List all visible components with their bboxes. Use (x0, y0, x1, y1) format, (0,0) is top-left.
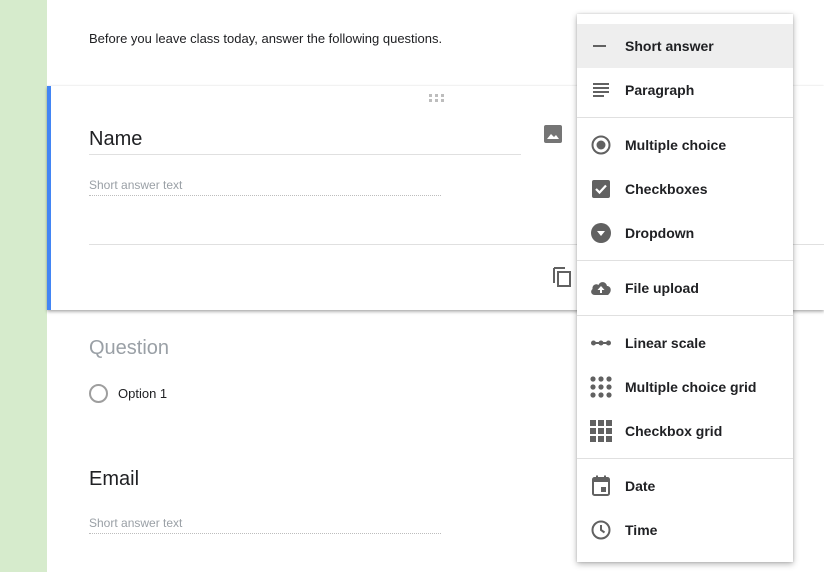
menu-item-linear-scale[interactable]: Linear scale (577, 321, 793, 365)
menu-item-paragraph[interactable]: Paragraph (577, 68, 793, 112)
answer-hint-text: Short answer text (89, 178, 441, 196)
menu-item-short-answer[interactable]: Short answer (577, 24, 793, 68)
dot-grid-icon (589, 376, 613, 398)
menu-item-multiple-choice-grid[interactable]: Multiple choice grid (577, 365, 793, 409)
paragraph-icon (589, 79, 613, 101)
radio-option-icon[interactable] (89, 384, 108, 403)
option-label[interactable]: Option 1 (118, 386, 167, 401)
menu-item-multiple-choice[interactable]: Multiple choice (577, 123, 793, 167)
menu-item-dropdown[interactable]: Dropdown (577, 211, 793, 255)
menu-divider (577, 117, 793, 118)
linear-scale-icon (589, 332, 613, 354)
calendar-icon (589, 475, 613, 497)
menu-item-checkboxes[interactable]: Checkboxes (577, 167, 793, 211)
duplicate-icon[interactable] (551, 264, 573, 288)
menu-divider (577, 260, 793, 261)
question-title-input[interactable]: Name (89, 128, 521, 155)
menu-item-date[interactable]: Date (577, 464, 793, 508)
square-grid-icon (589, 420, 613, 442)
cloud-upload-icon (589, 277, 613, 299)
question-title-placeholder[interactable]: Question (89, 337, 169, 360)
menu-item-time[interactable]: Time (577, 508, 793, 552)
menu-item-file-upload[interactable]: File upload (577, 266, 793, 310)
form-description: Before you leave class today, answer the… (89, 31, 443, 46)
question-type-menu: Short answer Paragraph Multiple choice C… (577, 14, 793, 562)
menu-item-checkbox-grid[interactable]: Checkbox grid (577, 409, 793, 453)
email-question-title[interactable]: Email (89, 468, 139, 491)
short-answer-icon (589, 35, 613, 57)
dropdown-icon (589, 222, 613, 244)
checkbox-icon (589, 178, 613, 200)
email-answer-hint: Short answer text (89, 516, 441, 534)
menu-divider (577, 315, 793, 316)
clock-icon (589, 519, 613, 541)
image-icon[interactable] (543, 124, 563, 144)
radio-icon (589, 134, 613, 156)
menu-divider (577, 458, 793, 459)
drag-handle-icon[interactable] (429, 94, 445, 102)
